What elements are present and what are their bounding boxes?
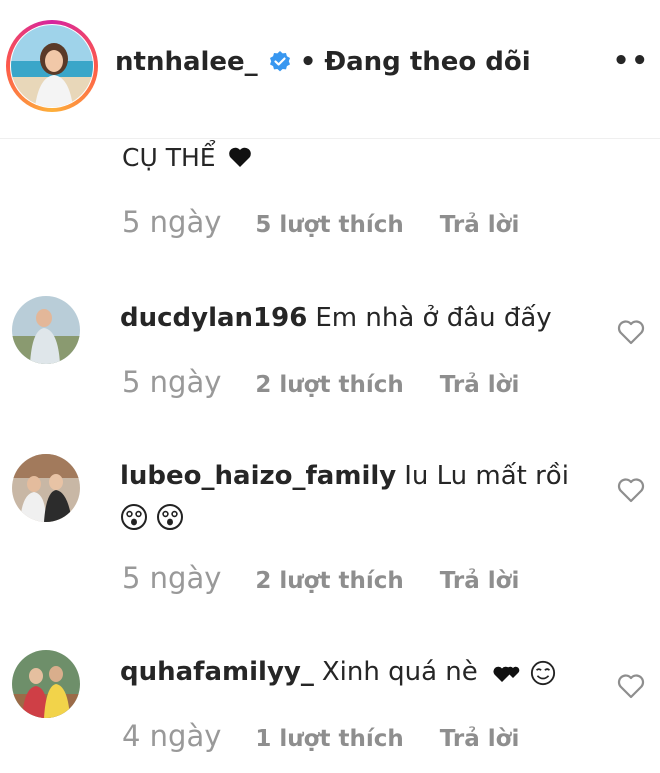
reply-button[interactable]: Trả lời [440,568,520,594]
comment-time[interactable]: 5 ngày [122,561,221,595]
following-button[interactable]: Đang theo dõi [324,47,530,77]
comment-meta: 4 ngày 1 lượt thích Trả lời [122,719,519,753]
reply-button[interactable]: Trả lời [440,726,520,752]
comment-body: Xinh quá nè [321,657,478,687]
like-heart-icon[interactable] [616,672,646,700]
comment-text: quhafamilyy_ Xinh quá nè [120,652,556,692]
like-count[interactable]: 1 lượt thích [255,726,403,752]
owner-avatar[interactable] [11,25,93,107]
comment-text: lubeo_haizo_family Iu Lu mất rồi [120,456,569,496]
commenter-username[interactable]: lubeo_haizo_family [120,461,396,491]
comment-meta: 5 ngày 2 lượt thích Trả lời [122,365,519,399]
like-count[interactable]: 5 lượt thích [255,212,403,238]
comment-body: Iu Lu mất rồi [404,461,569,491]
comment-body: Em nhà ở đâu đấy [315,303,552,333]
like-count[interactable]: 2 lượt thích [255,372,403,398]
like-count[interactable]: 2 lượt thích [255,568,403,594]
comment-meta: 5 ngày 2 lượt thích Trả lời [122,561,519,595]
comment-time[interactable]: 4 ngày [122,719,221,753]
commenter-avatar[interactable] [12,296,80,364]
caption-text: CỤ THỂ [122,143,252,172]
owner-line: ntnhalee_ • Đang theo dõi [115,47,531,77]
more-options-button[interactable]: •• [613,46,650,76]
like-heart-icon[interactable] [616,476,646,504]
caption-meta: 5 ngày 5 lượt thích Trả lời [122,205,519,239]
comment-time[interactable]: 5 ngày [122,205,221,239]
astonished-face-emoji [121,503,147,530]
commenter-username[interactable]: ducdylan196 [120,303,307,333]
commenter-avatar[interactable] [12,650,80,718]
owner-username[interactable]: ntnhalee_ [115,47,258,77]
comment-time[interactable]: 5 ngày [122,365,221,399]
astonished-face-emoji [157,503,184,530]
reply-button[interactable]: Trả lời [440,212,520,238]
caption-body: CỤ THỂ [122,143,216,172]
heart-icon [228,147,251,167]
reply-button[interactable]: Trả lời [440,372,520,398]
commenter-username[interactable]: quhafamilyy_ [120,657,314,687]
like-heart-icon[interactable] [616,318,646,346]
two-hearts-emoji [493,666,520,682]
post-header: ntnhalee_ • Đang theo dõi •• [0,0,660,139]
verified-badge-icon [269,51,290,72]
smiling-face-emoji [531,660,556,685]
separator-dot: • [299,47,317,77]
commenter-avatar[interactable] [12,454,80,522]
comment-emojis [120,496,184,536]
comment-text: ducdylan196 Em nhà ở đâu đấy [120,298,552,338]
